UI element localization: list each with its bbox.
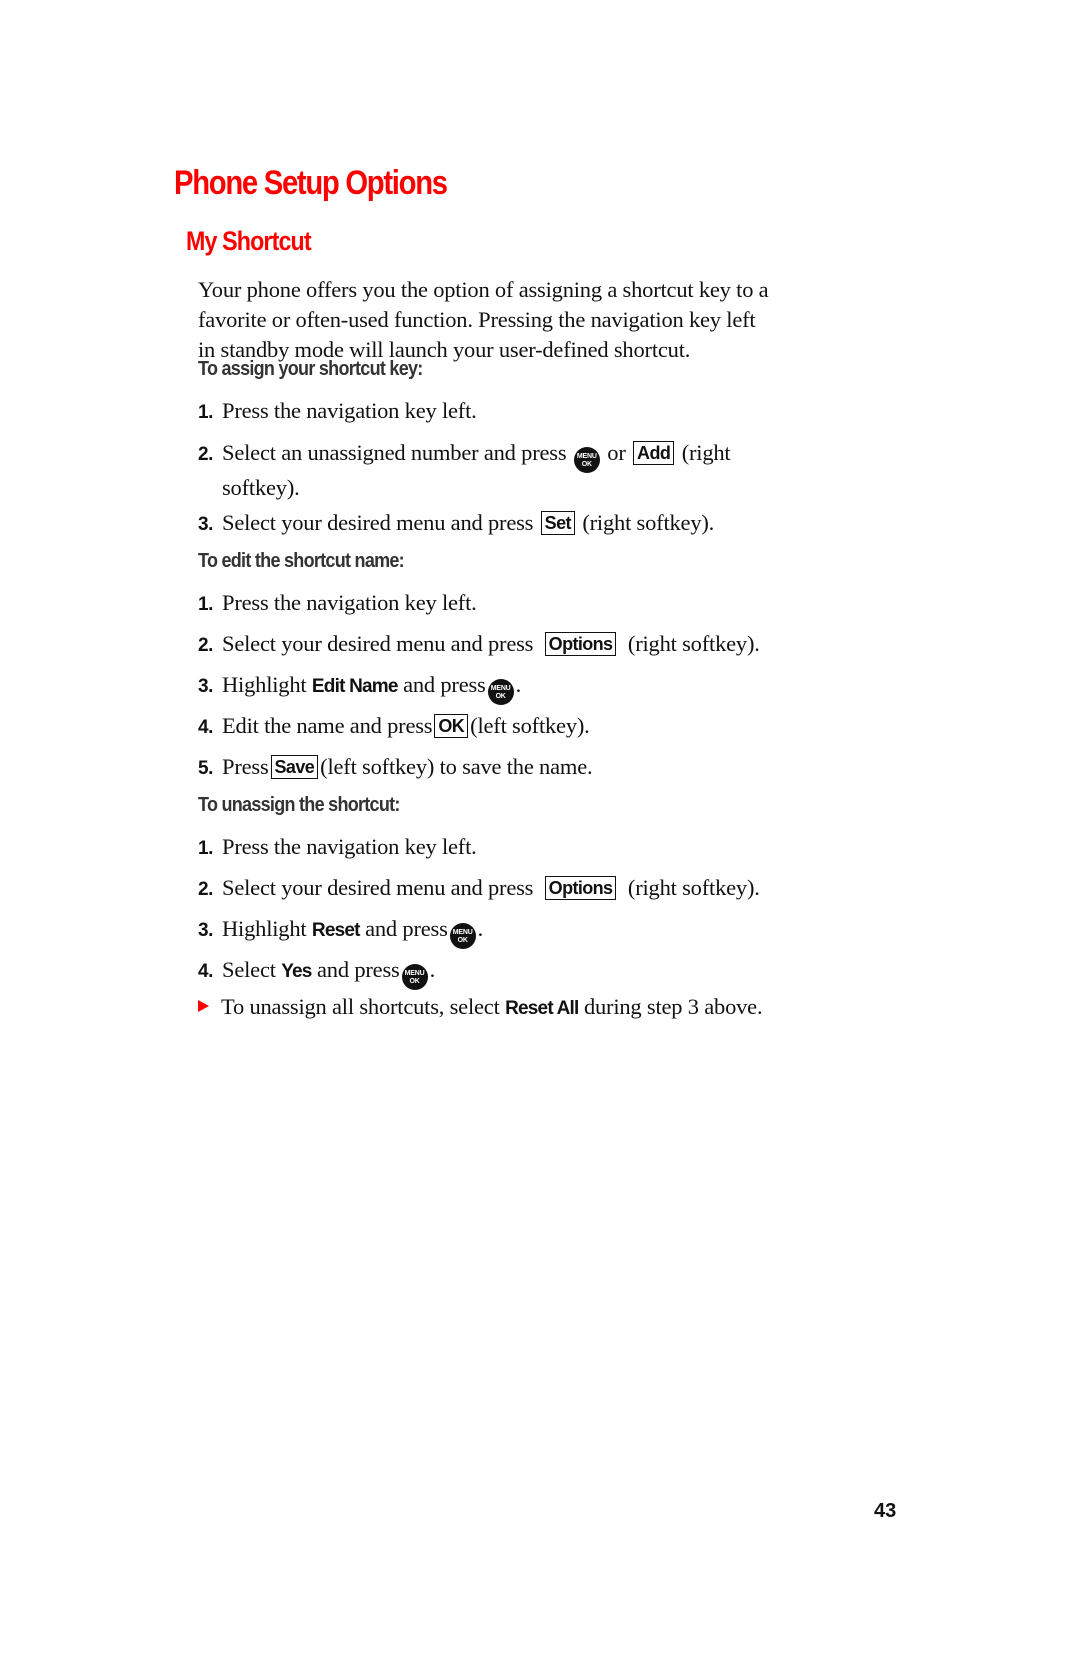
step-text: Select your desired menu and press xyxy=(222,510,534,535)
step-number: 1. xyxy=(198,594,213,615)
step-number: 3. xyxy=(198,920,213,941)
assign-step-3: 3. Select your desired menu and press Set… xyxy=(198,508,714,540)
step-text: . xyxy=(477,916,484,941)
step-number: 5. xyxy=(198,758,213,779)
menu-term: Edit Name xyxy=(311,676,399,697)
edit-step-2: 2. Select your desired menu and press Opt… xyxy=(198,629,760,661)
unassign-step-4: 4. Select Yes and press MENU OK. xyxy=(198,955,435,990)
step-text: (right softkey). xyxy=(627,631,760,656)
red-triangle-bullet-icon xyxy=(198,1000,209,1012)
save-softkey-label: Save xyxy=(270,755,319,779)
step-number: 3. xyxy=(198,514,213,535)
assign-step-2: 2. Select an unassigned number and press … xyxy=(198,438,731,503)
edit-step-5: 5. Press Save (left softkey) to save the na… xyxy=(198,752,593,784)
menu-term: Reset xyxy=(311,920,361,941)
set-softkey-label: Set xyxy=(540,511,575,535)
step-text: Edit the name and press xyxy=(222,713,433,738)
step-text: Select xyxy=(222,957,276,982)
menu-ok-key-icon: MENU OK xyxy=(401,964,428,990)
menu-ok-key-icon: MENU OK xyxy=(573,447,600,473)
step-text: and press xyxy=(403,672,486,697)
menu-ok-key-icon: MENU OK xyxy=(449,923,476,949)
menu-ok-key-icon: MENU OK xyxy=(487,679,514,705)
step-text: and press xyxy=(317,957,400,982)
edit-step-3: 3. Highlight Edit Name and press MENU OK. xyxy=(198,670,521,705)
assign-step-1: 1. Press the navigation key left. xyxy=(198,396,477,428)
step-number: 1. xyxy=(198,402,213,423)
step-text: Highlight xyxy=(222,672,307,697)
unassign-step-1: 1. Press the navigation key left. xyxy=(198,832,477,864)
step-text: Press the navigation key left. xyxy=(222,398,477,423)
manual-page: Phone Setup Options My Shortcut Your pho… xyxy=(0,0,1080,1669)
step-text: and press xyxy=(365,916,448,941)
step-number: 4. xyxy=(198,961,213,982)
step-text: Press the navigation key left. xyxy=(222,834,477,859)
intro-paragraph: Your phone offers you the option of assi… xyxy=(198,275,858,365)
step-text: (left softkey). xyxy=(470,713,590,738)
step-text: Press xyxy=(222,754,269,779)
step-number: 4. xyxy=(198,717,213,738)
tip-text: To unassign all shortcuts, select xyxy=(221,994,500,1019)
step-text: (left softkey) to save the name. xyxy=(320,754,593,779)
step-number: 2. xyxy=(198,635,213,656)
unassign-step-2: 2. Select your desired menu and press Opt… xyxy=(198,873,760,905)
options-softkey-label: Options xyxy=(544,876,617,900)
intro-line: Your phone offers you the option of assi… xyxy=(198,277,769,302)
step-text-continued: softkey). xyxy=(222,475,300,500)
step-number: 3. xyxy=(198,676,213,697)
add-softkey-label: Add xyxy=(633,441,675,465)
step-text: or xyxy=(607,440,626,465)
menu-term: Reset All xyxy=(505,998,579,1019)
step-number: 2. xyxy=(198,879,213,900)
edit-step-1: 1. Press the navigation key left. xyxy=(198,588,477,620)
step-text: Select your desired menu and press xyxy=(222,875,534,900)
edit-heading: To edit the shortcut name: xyxy=(198,550,405,572)
step-number: 2. xyxy=(198,444,213,465)
step-text: Press the navigation key left. xyxy=(222,590,477,615)
section-title: My Shortcut xyxy=(186,226,312,256)
options-softkey-label: Options xyxy=(544,632,617,656)
unassign-tip: To unassign all shortcuts, select Reset … xyxy=(198,992,763,1024)
page-title: Phone Setup Options xyxy=(174,164,448,202)
edit-step-4: 4. Edit the name and press OK (left softkey… xyxy=(198,711,590,743)
ok-softkey-label: OK xyxy=(434,714,469,738)
intro-line: favorite or often-used function. Pressin… xyxy=(198,307,756,332)
assign-heading: To assign your shortcut key: xyxy=(198,358,423,380)
menu-term: Yes xyxy=(281,961,312,982)
step-text: Highlight xyxy=(222,916,307,941)
step-text: (right softkey). xyxy=(627,875,760,900)
step-text: Select your desired menu and press xyxy=(222,631,534,656)
page-number: 43 xyxy=(874,1500,897,1522)
unassign-step-3: 3. Highlight Reset and press MENU OK. xyxy=(198,914,483,949)
unassign-heading: To unassign the shortcut: xyxy=(198,794,400,816)
step-text: Select an unassigned number and press xyxy=(222,440,567,465)
step-text: . xyxy=(429,957,436,982)
step-number: 1. xyxy=(198,838,213,859)
step-text: (right xyxy=(681,440,731,465)
tip-text: during step 3 above. xyxy=(583,994,763,1019)
step-text: . xyxy=(515,672,522,697)
step-text: (right softkey). xyxy=(582,510,715,535)
